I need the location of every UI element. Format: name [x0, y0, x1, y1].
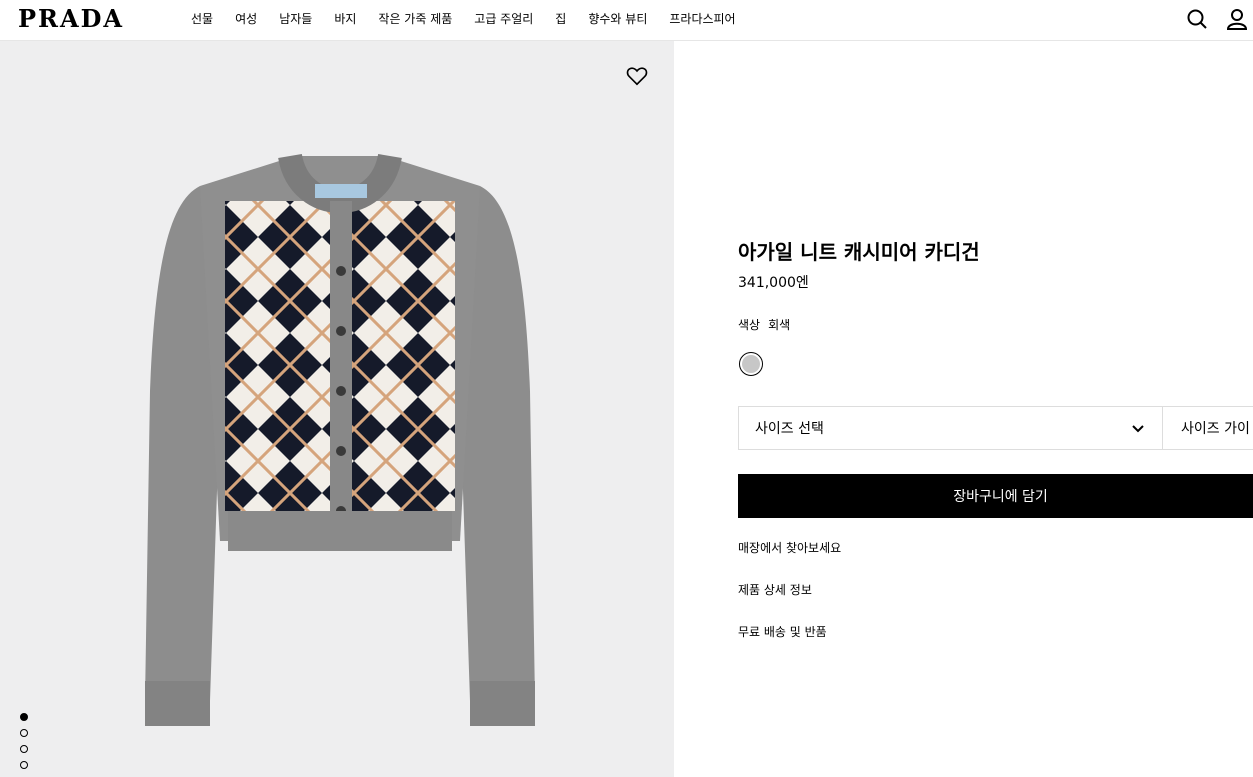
size-select-label: 사이즈 선택: [755, 421, 824, 437]
search-icon[interactable]: [1186, 8, 1208, 30]
nav-item-fine-jewelry[interactable]: 고급 주얼리: [474, 11, 533, 27]
nav-item-gifts[interactable]: 선물: [191, 11, 213, 27]
product-title: 아가일 니트 캐시미어 카디건: [738, 240, 980, 264]
size-select-dropdown[interactable]: 사이즈 선택: [738, 406, 1163, 450]
size-guide-label: 사이즈 가이: [1181, 421, 1250, 437]
prada-logo[interactable]: PRADA: [18, 6, 124, 32]
main-nav: 선물 여성 남자들 바지 작은 가죽 제품 고급 주얼리 집 향수와 뷰티 프라…: [191, 11, 758, 27]
nav-item-pants[interactable]: 바지: [334, 11, 356, 27]
add-to-cart-label: 장바구니에 담기: [953, 489, 1048, 505]
gallery-dot-4[interactable]: [20, 761, 28, 769]
find-in-store-link[interactable]: 매장에서 찾아보세요: [738, 539, 841, 556]
shipping-returns-link[interactable]: 무료 배송 및 반품: [738, 623, 827, 640]
product-details-link[interactable]: 제품 상세 정보: [738, 581, 812, 598]
heart-icon[interactable]: [626, 65, 648, 87]
color-swatch-gray[interactable]: [739, 352, 763, 376]
nav-item-home[interactable]: 집: [555, 11, 566, 27]
gallery-dot-2[interactable]: [20, 729, 28, 737]
product-price: 341,000엔: [738, 275, 809, 291]
chevron-down-icon: [1132, 425, 1144, 433]
color-label: 색상: [738, 318, 761, 332]
swatch-fill: [742, 355, 760, 373]
color-value: 회색: [768, 318, 791, 332]
site-header: PRADA 선물 여성 남자들 바지 작은 가죽 제품 고급 주얼리 집 향수와…: [0, 0, 1253, 41]
gallery-pagination: [20, 713, 28, 769]
account-icon[interactable]: [1226, 8, 1248, 30]
color-row: 색상 회색: [738, 316, 790, 333]
add-to-cart-button[interactable]: 장바구니에 담기: [738, 474, 1253, 518]
gallery-dot-3[interactable]: [20, 745, 28, 753]
nav-item-pradasphere[interactable]: 프라다스피어: [669, 11, 735, 27]
product-gallery[interactable]: [0, 41, 674, 777]
nav-item-men[interactable]: 남자들: [279, 11, 312, 27]
size-guide-button[interactable]: 사이즈 가이: [1162, 406, 1253, 450]
product-image: [145, 153, 535, 726]
gallery-dot-1[interactable]: [20, 713, 28, 721]
nav-item-fragrance-beauty[interactable]: 향수와 뷰티: [588, 11, 647, 27]
nav-item-women[interactable]: 여성: [235, 11, 257, 27]
nav-item-small-leather-goods[interactable]: 작은 가죽 제품: [378, 11, 452, 27]
